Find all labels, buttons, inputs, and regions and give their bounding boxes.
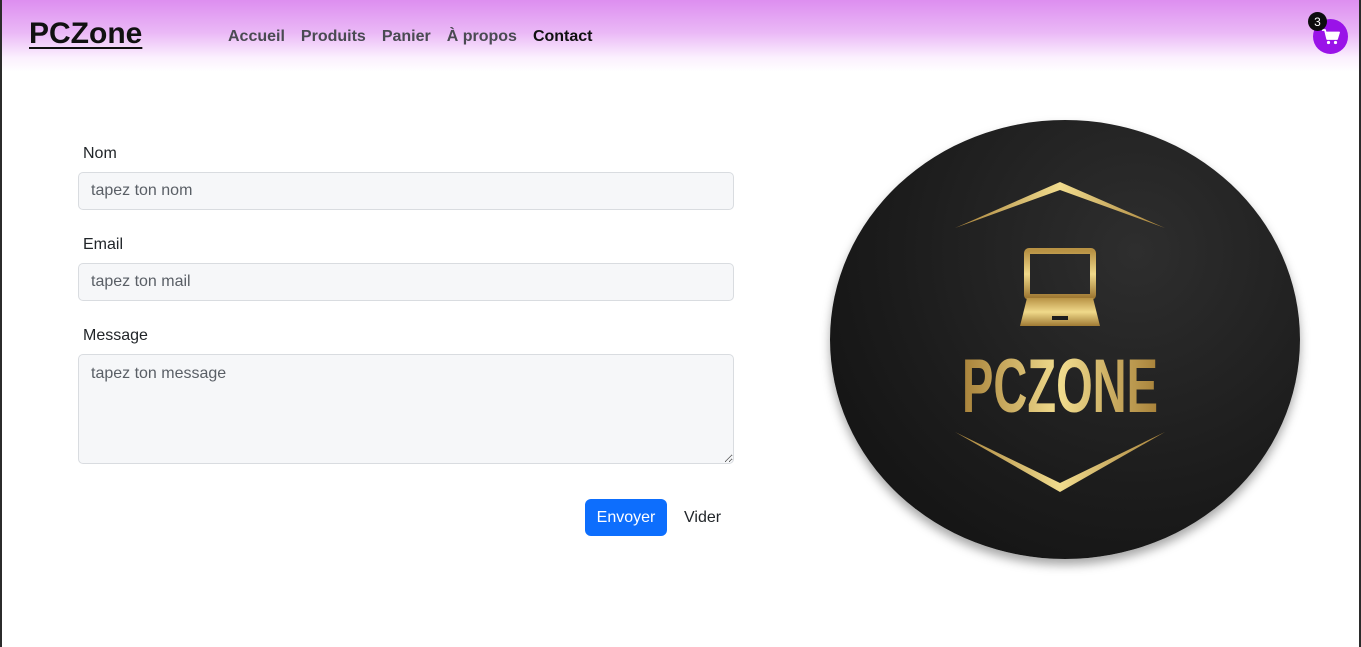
nav-a-propos[interactable]: À propos — [447, 28, 517, 46]
reset-button[interactable]: Vider — [675, 499, 730, 536]
name-label: Nom — [83, 145, 117, 162]
nav-accueil[interactable]: Accueil — [228, 28, 285, 46]
contact-form: Nom Email Message — [78, 145, 734, 464]
navbar: PCZone Accueil Produits Panier À propos … — [0, 0, 1361, 72]
email-label: Email — [83, 236, 124, 253]
email-input[interactable] — [78, 263, 734, 301]
laptop-icon — [1020, 248, 1100, 326]
nav-contact[interactable]: Contact — [533, 28, 593, 46]
cart-count-badge: 3 — [1308, 12, 1327, 31]
pczone-logo-image: PCZONE — [830, 120, 1300, 559]
message-label: Message — [83, 327, 148, 344]
submit-button[interactable]: Envoyer — [585, 499, 667, 536]
message-textarea[interactable] — [78, 354, 734, 464]
form-actions: Envoyer Vider — [585, 499, 730, 536]
cart-icon — [1321, 28, 1340, 44]
brand-logo[interactable]: PCZone — [29, 17, 142, 51]
nav-links: Accueil Produits Panier À propos Contact — [228, 28, 609, 46]
nav-panier[interactable]: Panier — [382, 28, 431, 46]
logo-wordmark: PCZONE — [962, 344, 1158, 429]
name-input[interactable] — [78, 172, 734, 210]
nav-produits[interactable]: Produits — [301, 28, 366, 46]
